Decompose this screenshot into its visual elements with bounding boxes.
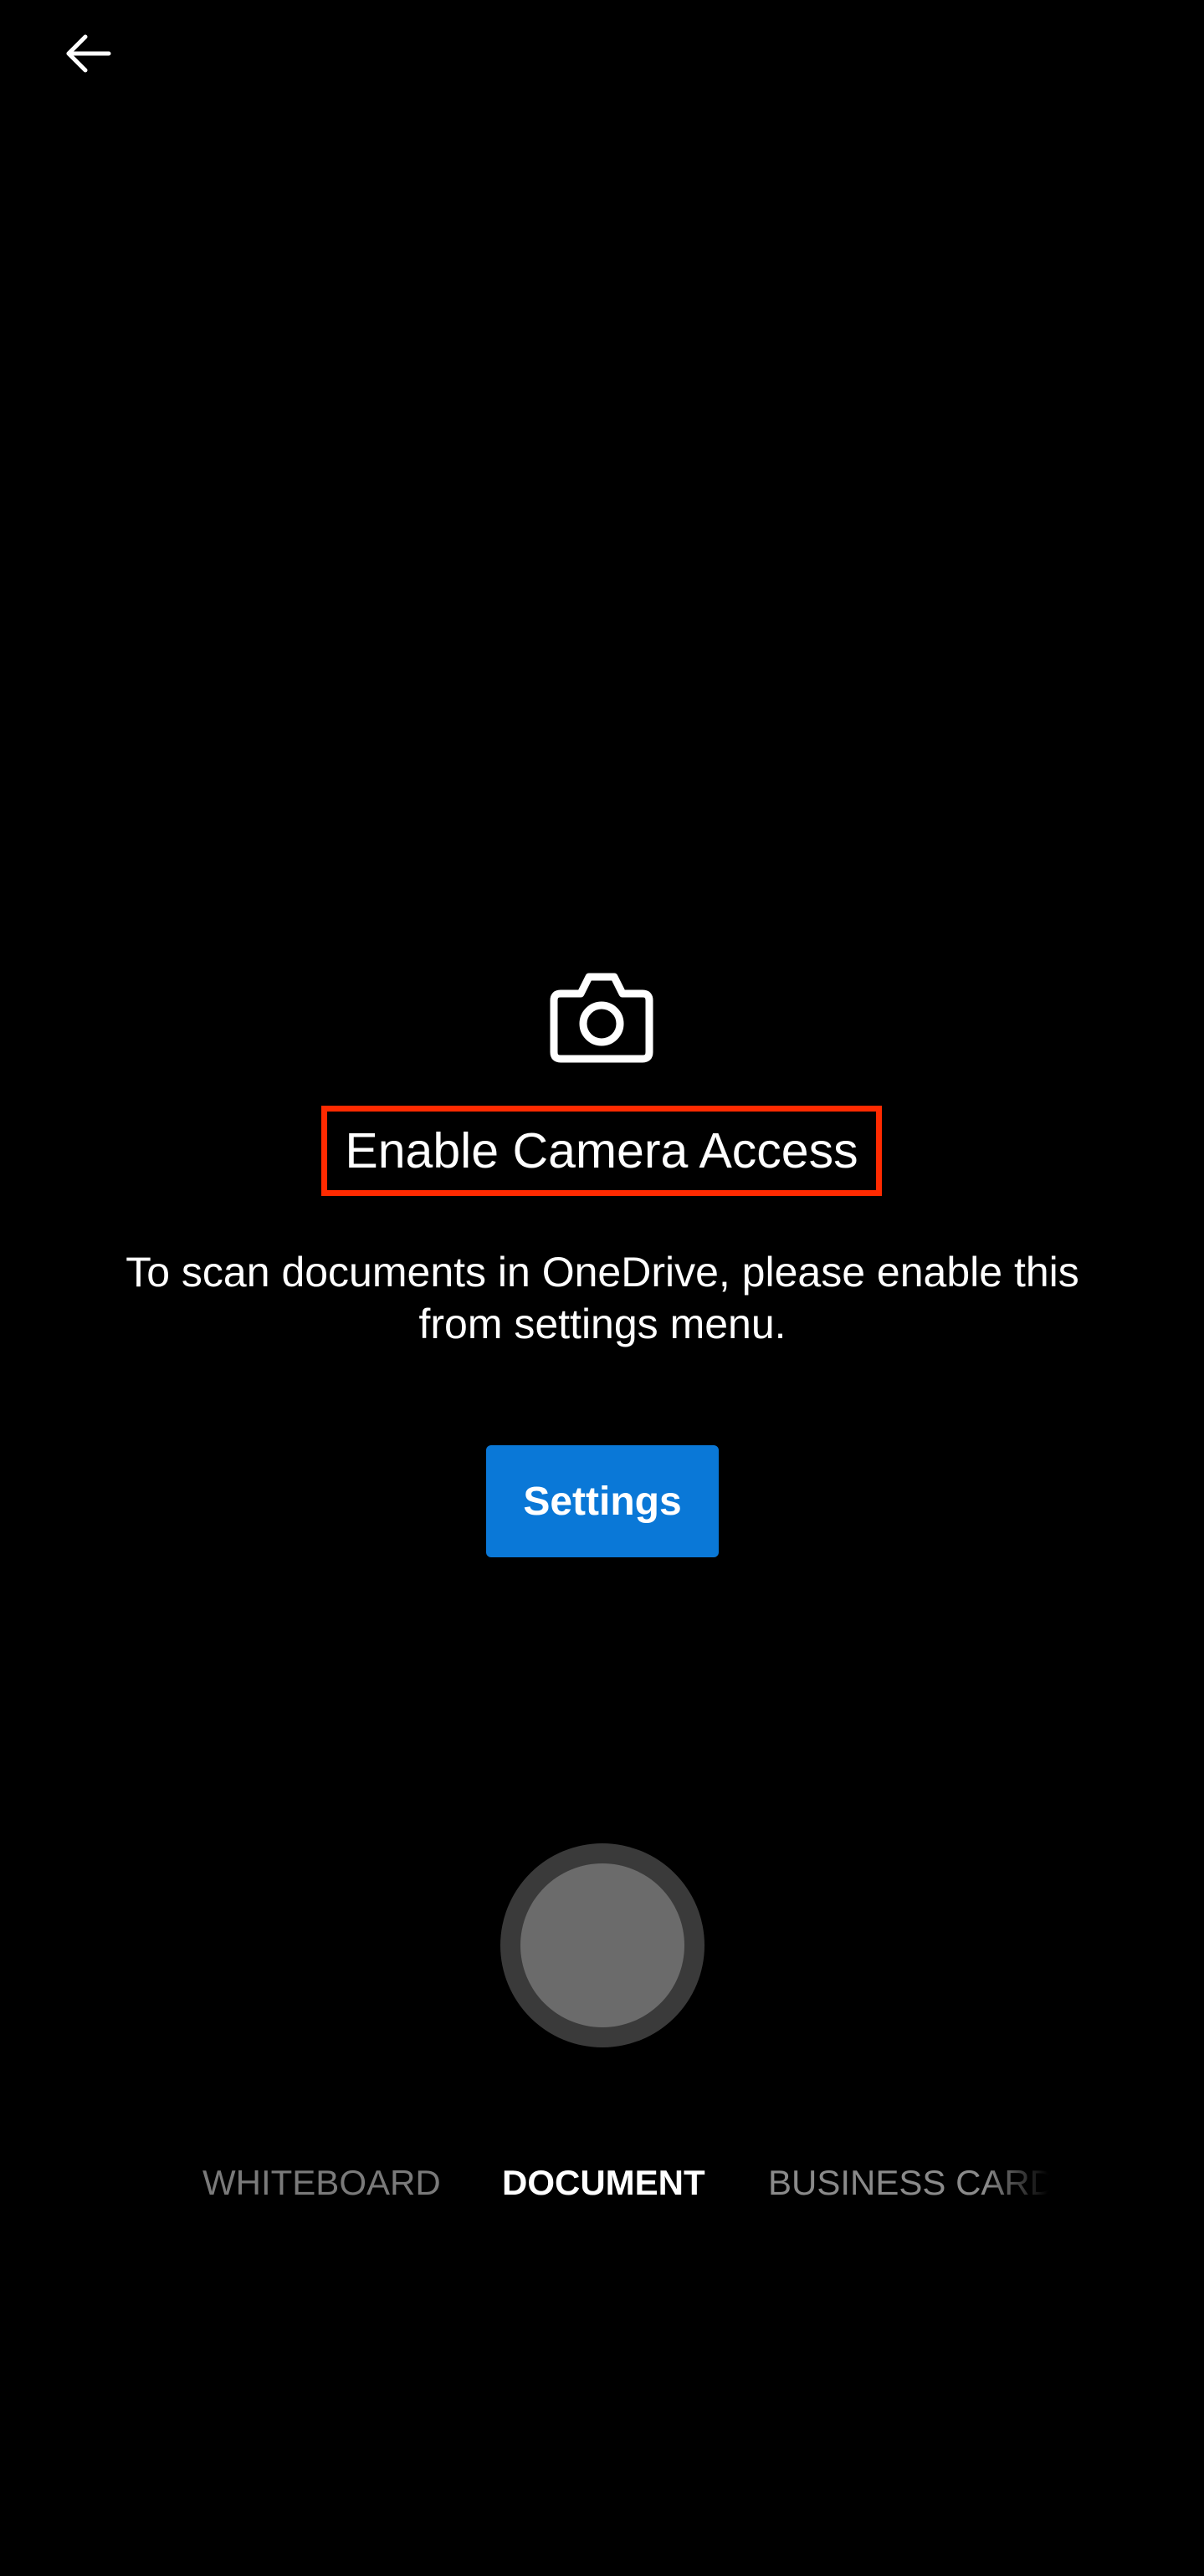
camera-icon xyxy=(549,967,654,1066)
page-title: Enable Camera Access xyxy=(345,1123,858,1178)
mode-whiteboard[interactable]: WHITEBOARD xyxy=(202,2149,441,2216)
settings-button[interactable]: Settings xyxy=(486,1445,719,1557)
capture-mode-bar: WHITEBOARD DOCUMENT BUSINESS CARD xyxy=(0,2149,1204,2216)
arrow-left-icon xyxy=(62,27,115,84)
mode-document[interactable]: DOCUMENT xyxy=(502,2149,705,2216)
permission-message-line-1: To scan documents in OneDrive, please en… xyxy=(126,1249,1079,1296)
title-highlight-box: Enable Camera Access xyxy=(321,1106,882,1196)
mode-business-card[interactable]: BUSINESS CARD xyxy=(768,2149,1048,2216)
permission-message-line-2: from settings menu. xyxy=(418,1301,786,1347)
shutter-circle-icon xyxy=(520,1863,684,2027)
shutter-button[interactable] xyxy=(500,1843,704,2047)
back-button[interactable] xyxy=(52,18,126,92)
permission-message: To scan documents in OneDrive, please en… xyxy=(59,1246,1146,1350)
